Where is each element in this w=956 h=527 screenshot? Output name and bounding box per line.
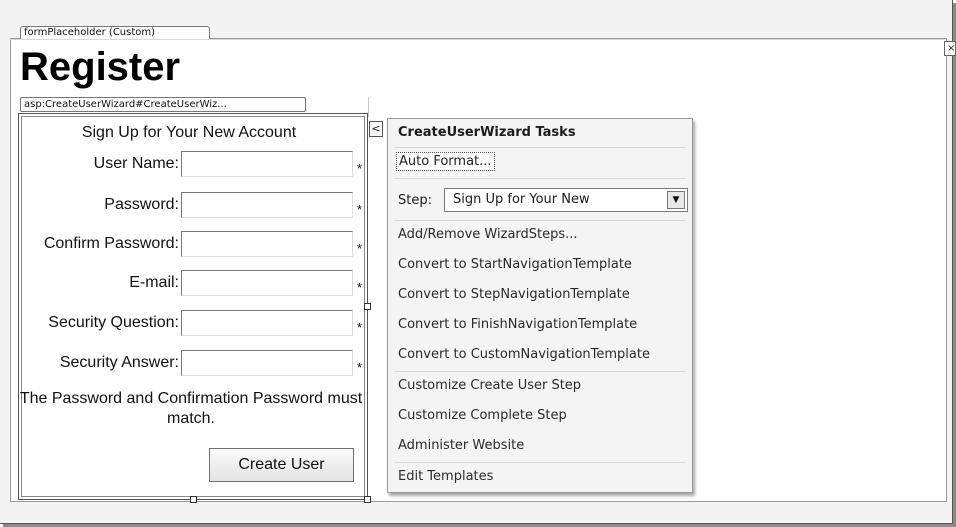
security-question-label: Security Question: (48, 314, 179, 331)
password-row: Password: * (19, 192, 369, 220)
wizard-title: Sign Up for Your New Account (81, 124, 297, 141)
chevron-down-icon[interactable]: ▼ (667, 191, 685, 209)
security-answer-label: Security Answer: (59, 354, 179, 371)
required-marker: * (357, 241, 363, 256)
form-placeholder-tag[interactable]: formPlaceholder (Custom) (20, 26, 210, 39)
wizard-control-tag[interactable]: asp:CreateUserWizard#CreateUserWiz... (20, 97, 306, 112)
confirm-password-row: Confirm Password: * (19, 231, 369, 259)
divider (394, 178, 686, 179)
step-label: Step: (398, 193, 432, 208)
resize-handle-right[interactable] (364, 303, 371, 310)
step-select[interactable]: Sign Up for Your New ▼ (444, 188, 688, 212)
tasks-header: CreateUserWizard Tasks (398, 125, 576, 140)
create-user-button[interactable]: Create User (209, 448, 354, 482)
surface-divider (10, 39, 945, 40)
confirm-password-label: Confirm Password: (43, 235, 179, 252)
security-answer-row: Security Answer: * (19, 350, 369, 378)
security-answer-field[interactable] (181, 350, 353, 376)
convert-custom-navigation-link[interactable]: Convert to CustomNavigationTemplate (398, 347, 650, 362)
required-marker: * (357, 202, 363, 217)
security-question-row: Security Question: * (19, 310, 369, 338)
user-name-field[interactable] (181, 151, 353, 177)
convert-start-navigation-link[interactable]: Convert to StartNavigationTemplate (398, 257, 632, 272)
customize-complete-step-link[interactable]: Customize Complete Step (398, 408, 567, 423)
user-name-label: User Name: (93, 155, 179, 172)
email-label: E-mail: (129, 274, 179, 291)
divider (394, 462, 686, 463)
email-row: E-mail: * (19, 270, 369, 298)
security-question-field[interactable] (181, 310, 353, 336)
required-marker: * (357, 280, 363, 295)
password-field[interactable] (181, 192, 353, 218)
wizard-tasks-panel: CreateUserWizard Tasks Auto Format... St… (387, 118, 693, 493)
user-name-row: User Name: * (19, 151, 369, 179)
resize-handle-bottom[interactable] (190, 496, 197, 503)
required-marker: * (357, 161, 363, 176)
required-marker: * (357, 360, 363, 375)
column-divider (368, 97, 369, 117)
divider (394, 147, 686, 148)
auto-format-link[interactable]: Auto Format... (396, 152, 495, 171)
confirm-password-field[interactable] (181, 231, 353, 257)
page-title: Register (20, 45, 181, 89)
edit-templates-link[interactable]: Edit Templates (398, 469, 493, 484)
add-remove-wizardsteps-link[interactable]: Add/Remove WizardSteps... (398, 227, 578, 242)
password-match-message: The Password and Confirmation Password m… (19, 390, 363, 427)
close-icon[interactable]: × (944, 41, 956, 56)
required-marker: * (357, 320, 363, 335)
divider (394, 371, 686, 372)
step-select-value: Sign Up for Your New (453, 192, 590, 207)
convert-step-navigation-link[interactable]: Convert to StepNavigationTemplate (398, 287, 630, 302)
password-label: Password: (104, 196, 179, 213)
create-user-wizard[interactable]: Sign Up for Your New Account User Name: … (18, 113, 368, 500)
resize-handle-corner[interactable] (364, 496, 371, 503)
email-field[interactable] (181, 270, 353, 296)
customize-create-user-step-link[interactable]: Customize Create User Step (398, 378, 581, 393)
administer-website-link[interactable]: Administer Website (398, 438, 524, 453)
smart-tag-chevron-icon[interactable]: < (369, 121, 383, 137)
convert-finish-navigation-link[interactable]: Convert to FinishNavigationTemplate (398, 317, 637, 332)
divider (394, 220, 686, 221)
